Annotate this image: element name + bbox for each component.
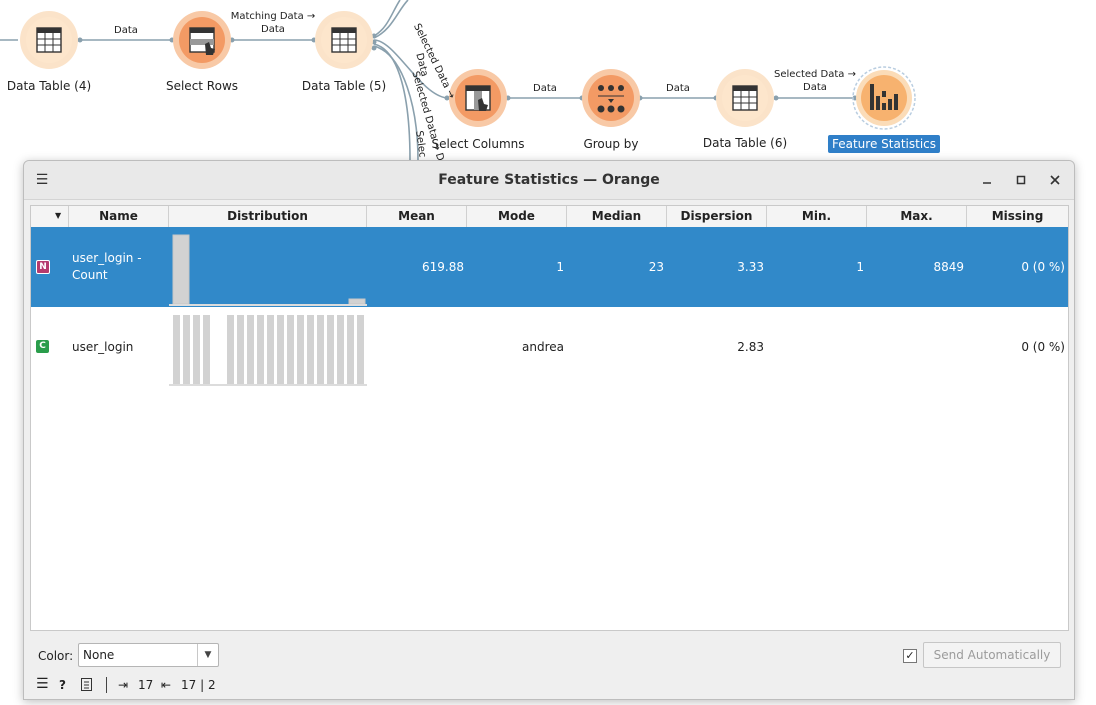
select-columns-icon <box>465 85 491 111</box>
row-name: user_login - Count <box>72 251 142 282</box>
report-icon[interactable] <box>81 678 92 694</box>
window-title: Feature Statistics — Orange <box>438 172 660 188</box>
menu-icon[interactable]: ☰ <box>36 676 49 692</box>
titlebar: ☰ Feature Statistics — Orange <box>24 161 1074 200</box>
node-select-columns[interactable] <box>449 69 507 127</box>
color-select[interactable]: None ▼ <box>78 643 219 667</box>
node-label: Data Table (4) <box>6 79 92 93</box>
color-label: Color: <box>38 649 74 663</box>
column-header-name[interactable]: Name <box>69 206 169 227</box>
send-automatically-button[interactable]: Send Automatically <box>923 642 1061 668</box>
table-row[interactable]: N user_login - Count 619.88 1 23 3.33 1 8… <box>31 227 1068 307</box>
node-label: Data Table (6) <box>702 136 788 150</box>
column-header-mean[interactable]: Mean <box>367 206 467 227</box>
sort-type-header[interactable]: ▼ <box>31 206 69 227</box>
node-label: Select Rows <box>165 79 239 93</box>
divider <box>106 677 107 693</box>
node-label: Group by <box>583 137 639 151</box>
select-rows-icon <box>189 27 215 55</box>
node-data-table-6[interactable] <box>716 69 774 127</box>
histogram-bar <box>287 315 294 384</box>
column-header-median[interactable]: Median <box>567 206 667 227</box>
distribution-histogram <box>169 234 367 306</box>
histogram-bar <box>317 315 324 384</box>
node-select-rows[interactable] <box>173 11 231 69</box>
table-row[interactable]: C user_login andrea 2.83 0 (0 %) <box>31 307 1068 387</box>
max-value: 8849 <box>933 260 964 274</box>
node-data-table-4[interactable] <box>20 11 78 69</box>
input-count: 17 <box>138 678 154 692</box>
column-header-dispersion[interactable]: Dispersion <box>667 206 767 227</box>
link-label: Data <box>666 83 690 94</box>
table-icon <box>36 27 62 53</box>
histogram-bar <box>327 315 334 384</box>
histogram-bar <box>193 315 200 384</box>
chevron-down-icon: ▼ <box>55 211 62 220</box>
min-value: 1 <box>856 260 864 274</box>
column-header-min[interactable]: Min. <box>767 206 867 227</box>
histogram-bar <box>183 315 190 384</box>
statistics-table[interactable]: ▼ Name Distribution Mean Mode Median Dis… <box>30 205 1069 631</box>
node-group-by[interactable] <box>582 69 640 127</box>
dispersion-value: 3.33 <box>737 260 764 274</box>
node-data-table-5[interactable] <box>315 11 373 69</box>
mean-value <box>367 307 467 387</box>
link-label: Matching Data → Data <box>230 11 316 35</box>
column-header-max[interactable]: Max. <box>867 206 967 227</box>
minimize-icon[interactable] <box>977 170 997 190</box>
histogram-bar <box>337 315 344 384</box>
distribution-histogram <box>169 315 367 386</box>
max-value <box>867 307 967 387</box>
node-label: Select Columns <box>431 137 525 151</box>
mode-value: andrea <box>522 340 564 354</box>
histogram-bar <box>347 315 354 384</box>
mode-value: 1 <box>556 260 564 274</box>
histogram-bar <box>227 315 234 384</box>
column-header-mode[interactable]: Mode <box>467 206 567 227</box>
node-label: Data Table (5) <box>301 79 387 93</box>
histogram-bar <box>257 315 264 384</box>
categorical-type-icon: C <box>36 340 49 353</box>
node-label-selected[interactable]: Feature Statistics <box>827 135 941 153</box>
histogram-bar <box>173 315 180 384</box>
histogram-bar <box>297 315 304 384</box>
help-icon[interactable]: ? <box>59 678 66 692</box>
chevron-down-icon[interactable]: ▼ <box>197 644 218 666</box>
histogram-bar <box>247 315 254 384</box>
histogram-bar <box>267 315 274 384</box>
mean-value: 619.88 <box>422 260 464 274</box>
histogram-bar <box>237 315 244 384</box>
link-label: Data <box>533 83 557 94</box>
missing-value: 0 (0 %) <box>1021 340 1065 354</box>
median-value: 23 <box>648 260 664 274</box>
color-select-value: None <box>83 648 115 662</box>
output-icon: ⇤ <box>161 678 172 692</box>
dispersion-value: 2.83 <box>737 340 764 354</box>
node-feature-statistics[interactable] <box>852 66 916 130</box>
table-icon <box>732 85 758 111</box>
table-icon <box>331 27 357 53</box>
feature-statistics-window: ☰ Feature Statistics — Orange ▼ Name Dis… <box>23 160 1075 700</box>
send-automatically-checkbox[interactable]: ✓ <box>903 649 917 663</box>
column-header-distribution[interactable]: Distribution <box>169 206 367 227</box>
column-header-missing[interactable]: Missing <box>967 206 1068 227</box>
maximize-icon[interactable] <box>1011 170 1031 190</box>
missing-value: 0 (0 %) <box>1021 260 1065 274</box>
median-value <box>567 307 667 387</box>
row-name: user_login <box>72 339 134 354</box>
link-label: Selected Data → Data <box>774 69 856 93</box>
output-count: 17 | 2 <box>181 678 216 692</box>
link-label: Data <box>114 25 138 36</box>
control-area: Color: None ▼ ✓ Send Automatically ☰ ? ⇥… <box>24 631 1074 699</box>
table-header: ▼ Name Distribution Mean Mode Median Dis… <box>31 206 1068 228</box>
histogram-bar <box>357 315 364 384</box>
histogram-bar <box>203 315 210 384</box>
input-icon: ⇥ <box>118 678 129 692</box>
close-icon[interactable] <box>1045 170 1065 190</box>
min-value <box>767 307 867 387</box>
numeric-type-icon: N <box>36 260 50 274</box>
histogram-bar <box>277 315 284 384</box>
histogram-bar <box>307 315 314 384</box>
